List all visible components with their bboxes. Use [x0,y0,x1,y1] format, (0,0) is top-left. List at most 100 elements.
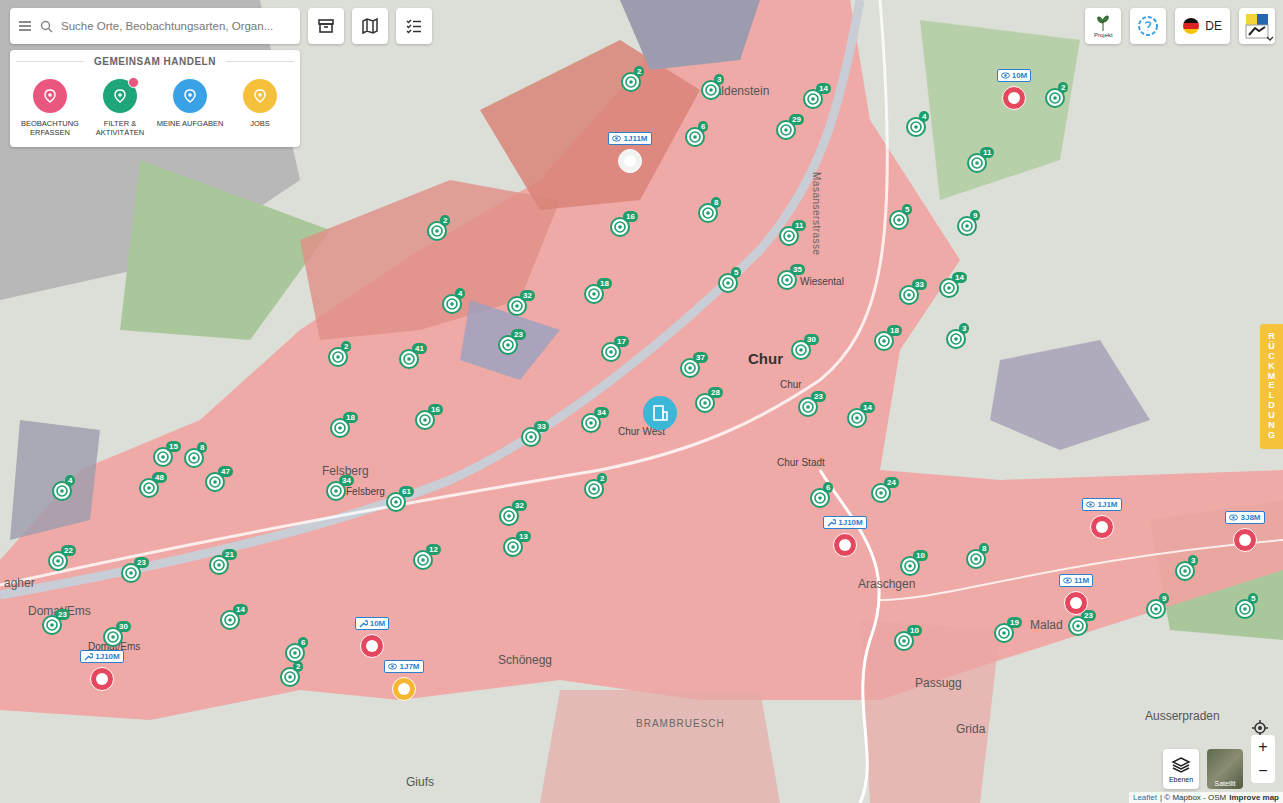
cluster-marker[interactable]: 3 [1175,561,1195,581]
cluster-marker[interactable]: 28 [695,393,715,413]
cluster-marker[interactable]: 15 [153,447,173,467]
map-button[interactable] [352,8,388,44]
action-button[interactable]: JOBS [226,79,294,137]
observation-marker[interactable]: 11M [1046,574,1106,615]
observation-marker[interactable]: 10M [342,617,402,658]
cluster-marker[interactable]: 47 [205,472,225,492]
cluster-marker[interactable]: 13 [503,537,523,557]
target-icon [909,120,923,134]
cluster-marker[interactable]: 5 [718,273,738,293]
leaflet-link[interactable]: Leaflet [1133,793,1157,802]
cluster-marker[interactable]: 48 [139,478,159,498]
cluster-marker[interactable]: 3 [946,329,966,349]
cluster-marker[interactable]: 6 [810,488,830,508]
cluster-marker[interactable]: 33 [899,285,919,305]
cluster-marker[interactable]: 21 [209,555,229,575]
cluster-marker[interactable]: 16 [610,217,630,237]
cluster-marker[interactable]: 2 [621,72,641,92]
cluster-marker[interactable]: 3 [701,80,721,100]
tasks-button[interactable] [396,8,432,44]
cluster-marker[interactable]: 34 [581,413,601,433]
layers-button[interactable]: Ebenen [1163,749,1199,789]
cluster-marker[interactable]: 23 [42,615,62,635]
cluster-marker[interactable]: 8 [184,448,204,468]
cluster-marker[interactable]: 6 [685,127,705,147]
cluster-marker[interactable]: 24 [871,483,891,503]
cluster-marker[interactable]: 16 [415,410,435,430]
cluster-marker[interactable]: 18 [874,331,894,351]
cluster-marker[interactable]: 23 [798,397,818,417]
cluster-marker[interactable]: 9 [1146,599,1166,619]
cluster-marker[interactable]: 30 [103,627,123,647]
observation-marker[interactable]: 3J8M [1215,511,1275,552]
cluster-marker[interactable]: 11 [779,226,799,246]
target-icon [329,484,343,498]
map[interactable]: HaldensteinMasanserstrasseWiesentalChurC… [0,0,1283,803]
cluster-marker[interactable]: 35 [777,270,797,290]
archive-button[interactable] [308,8,344,44]
observation-marker[interactable]: 1J10M [815,516,875,557]
language-button[interactable]: DE [1175,8,1230,44]
observation-marker[interactable]: 1J11M [600,132,660,173]
zoom-in-button[interactable]: + [1251,735,1275,759]
cluster-marker[interactable]: 23 [498,335,518,355]
cluster-marker[interactable]: 23 [121,563,141,583]
target-icon [223,613,237,627]
action-button[interactable]: MEINE AUFGABEN [156,79,224,137]
cluster-marker[interactable]: 2 [328,347,348,367]
observation-marker[interactable]: 10M [984,69,1044,110]
building-icon[interactable] [643,396,677,430]
cluster-marker[interactable]: 32 [507,296,527,316]
feedback-tab[interactable]: RÜCKMELDUNG [1260,324,1283,449]
observation-marker[interactable]: 1J1M [1072,498,1132,539]
cluster-marker[interactable]: 34 [326,481,346,501]
help-button[interactable] [1130,8,1166,44]
action-button[interactable]: FILTER & AKTIVITÄTEN [86,79,154,137]
action-button[interactable]: BEOBACHTUNG ERFASSEN [16,79,84,137]
cluster-marker[interactable]: 10 [894,631,914,651]
cluster-marker[interactable]: 6 [285,643,305,663]
cluster-marker[interactable]: 8 [966,549,986,569]
cluster-marker[interactable]: 17 [601,342,621,362]
cluster-marker[interactable]: 5 [889,210,909,230]
cluster-marker[interactable]: 4 [52,481,72,501]
project-button[interactable]: Projekt [1085,8,1121,44]
cluster-marker[interactable]: 9 [957,216,977,236]
cluster-marker[interactable]: 4 [906,117,926,137]
cluster-marker[interactable]: 14 [803,89,823,109]
cluster-marker[interactable]: 11 [967,153,987,173]
cluster-marker[interactable]: 32 [499,506,519,526]
cluster-marker[interactable]: 29 [776,120,796,140]
map-icon [361,17,379,35]
observation-marker[interactable]: 1J10M [72,650,132,691]
improve-map-link[interactable]: Improve map [1229,793,1279,802]
cluster-marker[interactable]: 30 [791,340,811,360]
cluster-marker[interactable]: 14 [939,278,959,298]
cluster-marker[interactable]: 2 [1045,88,1065,108]
observation-marker[interactable]: 1J7M [374,660,434,701]
cluster-marker[interactable]: 2 [584,479,604,499]
cluster-marker[interactable]: 23 [1068,616,1088,636]
zoom-out-button[interactable]: − [1251,759,1275,783]
menu-icon[interactable] [18,20,32,32]
cluster-marker[interactable]: 37 [680,358,700,378]
cluster-marker[interactable]: 14 [220,610,240,630]
cluster-marker[interactable]: 61 [386,492,406,512]
cluster-marker[interactable]: 10 [900,556,920,576]
cluster-marker[interactable]: 4 [442,294,462,314]
search-field[interactable]: Suche Orte, Beobachtungsarten, Organ... [10,8,300,44]
cluster-marker[interactable]: 19 [994,623,1014,643]
cluster-marker[interactable]: 18 [330,418,350,438]
cluster-marker[interactable]: 33 [521,427,541,447]
cluster-marker[interactable]: 8 [698,203,718,223]
cluster-marker[interactable]: 12 [413,550,433,570]
cluster-marker[interactable]: 14 [847,408,867,428]
cluster-marker[interactable]: 5 [1235,599,1255,619]
satellite-button[interactable]: Satellit [1207,749,1243,789]
cluster-marker[interactable]: 2 [280,667,300,687]
cluster-marker[interactable]: 2 [427,221,447,241]
cluster-marker[interactable]: 18 [584,284,604,304]
cluster-marker[interactable]: 22 [48,551,68,571]
canton-button[interactable] [1239,8,1275,44]
cluster-marker[interactable]: 41 [399,349,419,369]
